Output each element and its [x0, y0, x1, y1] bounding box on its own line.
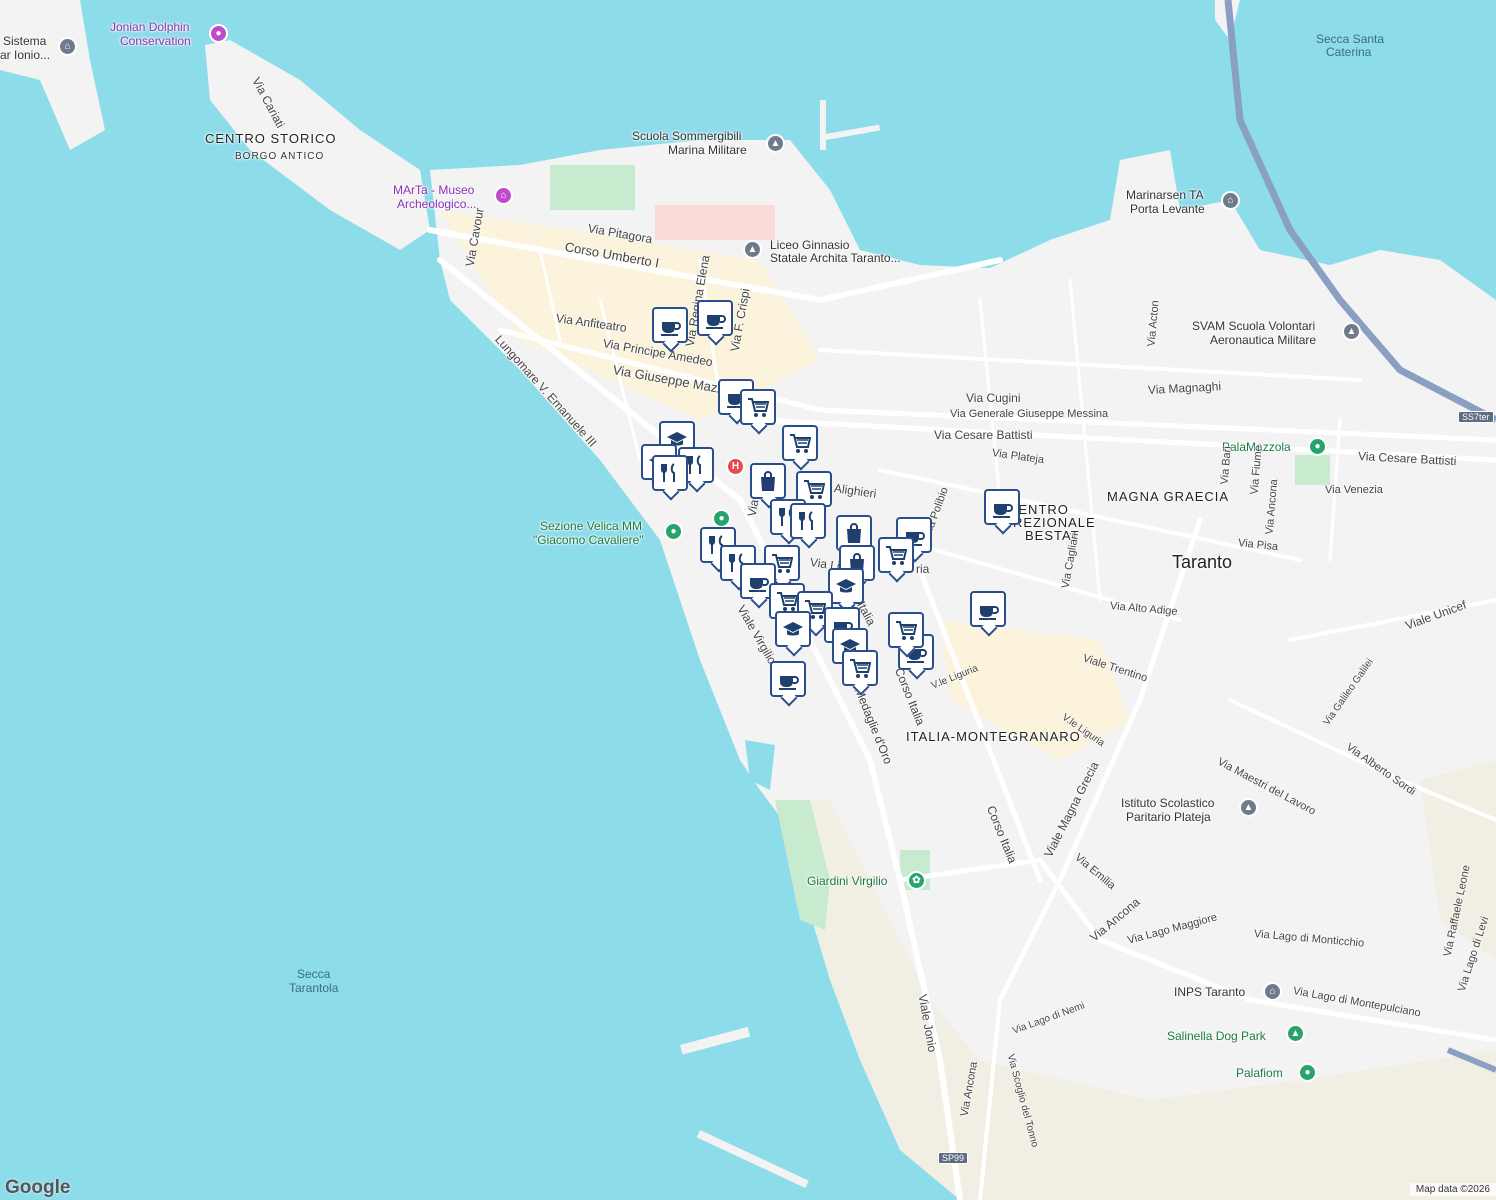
place-label-giardini-virgilio: Giardini Virgilio [807, 874, 888, 888]
restaurant-icon [687, 455, 701, 474]
museum-icon[interactable]: ⌂ [58, 37, 77, 56]
restaurant-icon [661, 463, 675, 482]
place-marker[interactable] [782, 425, 818, 461]
map-canvas[interactable] [0, 0, 1496, 1200]
school-icon-svam[interactable]: ▲ [1342, 322, 1361, 341]
place-marker[interactable] [970, 591, 1006, 627]
place-marker[interactable] [770, 661, 806, 697]
place-label-marta-1: MArTa - Museo [393, 183, 475, 197]
district-label-magna-graecia: MAGNA GRAECIA [1107, 489, 1230, 504]
place-marker[interactable] [775, 611, 811, 647]
park-icon-velica[interactable]: ● [712, 509, 731, 528]
place-label-scuola-2: Marina Militare [668, 143, 747, 157]
place-label-svam-1: SVAM Scuola Volontari [1192, 319, 1316, 333]
stadium-icon[interactable]: ● [1308, 437, 1327, 456]
road-shield-sp99: SP99 [938, 1152, 969, 1164]
place-label-polo: ar Ionio... [0, 48, 51, 62]
city-label-taranto: Taranto [1172, 552, 1233, 572]
cart-icon [850, 659, 871, 678]
museum-icon-marta[interactable]: ⌂ [494, 186, 513, 205]
place-marker[interactable] [652, 455, 688, 491]
coffee-icon [706, 315, 726, 329]
park-north [550, 165, 635, 210]
park-palamazzola [1295, 455, 1330, 485]
hospital-icon[interactable]: H [726, 457, 745, 476]
street-label-venezia: Via Venezia [1325, 484, 1383, 496]
street-label-messina: Via Generale Giuseppe Messina [950, 408, 1109, 420]
bag-icon [761, 471, 775, 491]
place-label-marinarsen-1: Marinarsen TA [1126, 188, 1204, 202]
school-icon-plateja[interactable]: ▲ [1239, 798, 1258, 817]
street-label-ria: ria [916, 562, 930, 576]
map-attribution[interactable]: Map data ©2026 [1409, 1183, 1496, 1196]
coffee-icon [661, 322, 681, 336]
place-label-inps: INPS Taranto [1174, 985, 1246, 999]
cart-icon [896, 621, 917, 640]
place-marker[interactable] [842, 650, 878, 686]
district-label-borgo-antico: BORGO ANTICO [235, 151, 325, 162]
coffee-icon [779, 676, 799, 690]
school-icon [783, 622, 803, 636]
bag-icon [847, 523, 861, 543]
place-marker[interactable] [740, 389, 776, 425]
place-label-scuola-1: Scuola Sommergibili [632, 129, 742, 143]
camera-icon[interactable]: ● [209, 24, 228, 43]
place-label-svam-2: Aeronautica Militare [1210, 333, 1317, 347]
school-icon-scuola[interactable]: ▲ [766, 134, 785, 153]
cart-icon [886, 546, 907, 565]
water-label-tarantola-1: Secca [297, 967, 331, 981]
place-marker[interactable] [878, 537, 914, 573]
school-icon [836, 579, 856, 593]
place-label-sistema: Sistema [3, 34, 47, 48]
flower-icon[interactable]: ✿ [907, 871, 926, 890]
place-marker[interactable] [697, 300, 733, 336]
coffee-icon [749, 578, 769, 592]
place-label-palafiom: Palafiom [1236, 1066, 1283, 1080]
hospital-area [655, 205, 775, 240]
place-label-liceo-2: Statale Archita Taranto... [770, 251, 901, 265]
district-label-centro-storico: CENTRO STORICO [205, 131, 337, 146]
cart-icon [790, 434, 811, 453]
place-label-marta-2: Archeologico... [397, 197, 477, 211]
cart-icon [748, 398, 769, 417]
coffee-icon [993, 504, 1013, 518]
restaurant-icon [799, 511, 813, 530]
place-label-dolphin-2: Conservation [120, 34, 191, 48]
place-label-dolphin-1: Jonian Dolphin [110, 20, 190, 34]
pier-1 [820, 100, 826, 150]
place-marker[interactable] [750, 463, 786, 499]
place-marker[interactable] [888, 612, 924, 648]
water-label-secca-santa-2: Caterina [1326, 45, 1372, 59]
sailing-icon[interactable]: ● [664, 522, 683, 541]
place-marker[interactable] [790, 503, 826, 539]
place-label-plateja-2: Paritario Plateja [1126, 810, 1211, 824]
place-label-velica-2: "Giacomo Cavaliere" [533, 533, 644, 547]
cart-icon [804, 480, 825, 499]
coffee-icon [979, 606, 999, 620]
cart-icon [777, 592, 798, 611]
place-label-velica-1: Sezione Velica MM [540, 519, 643, 533]
place-marker[interactable] [984, 489, 1020, 525]
street-label-battisti-1: Via Cesare Battisti [934, 428, 1033, 442]
tree-icon[interactable]: ▲ [1286, 1024, 1305, 1043]
google-logo: Google [5, 1177, 71, 1198]
water-label-tarantola-2: Tarantola [289, 981, 339, 995]
place-label-plateja-1: Istituto Scolastico [1121, 796, 1215, 810]
school-icon-liceo[interactable]: ▲ [743, 240, 762, 259]
place-marker[interactable] [828, 568, 864, 604]
district-label-italia-montegranaro: ITALIA-MONTEGRANARO [906, 729, 1081, 744]
building-icon-inps[interactable]: ⌂ [1263, 982, 1282, 1001]
stadium-icon-palafiom[interactable]: ● [1298, 1063, 1317, 1082]
place-label-marinarsen-2: Porta Levante [1130, 202, 1205, 216]
road-shield-ss7ter: SS7ter [1458, 411, 1494, 423]
place-marker[interactable] [652, 307, 688, 343]
place-label-salinella: Salinella Dog Park [1167, 1029, 1266, 1043]
street-label-cugini: Via Cugini [966, 391, 1021, 405]
museum-icon-marinarsen[interactable]: ⌂ [1221, 191, 1240, 210]
